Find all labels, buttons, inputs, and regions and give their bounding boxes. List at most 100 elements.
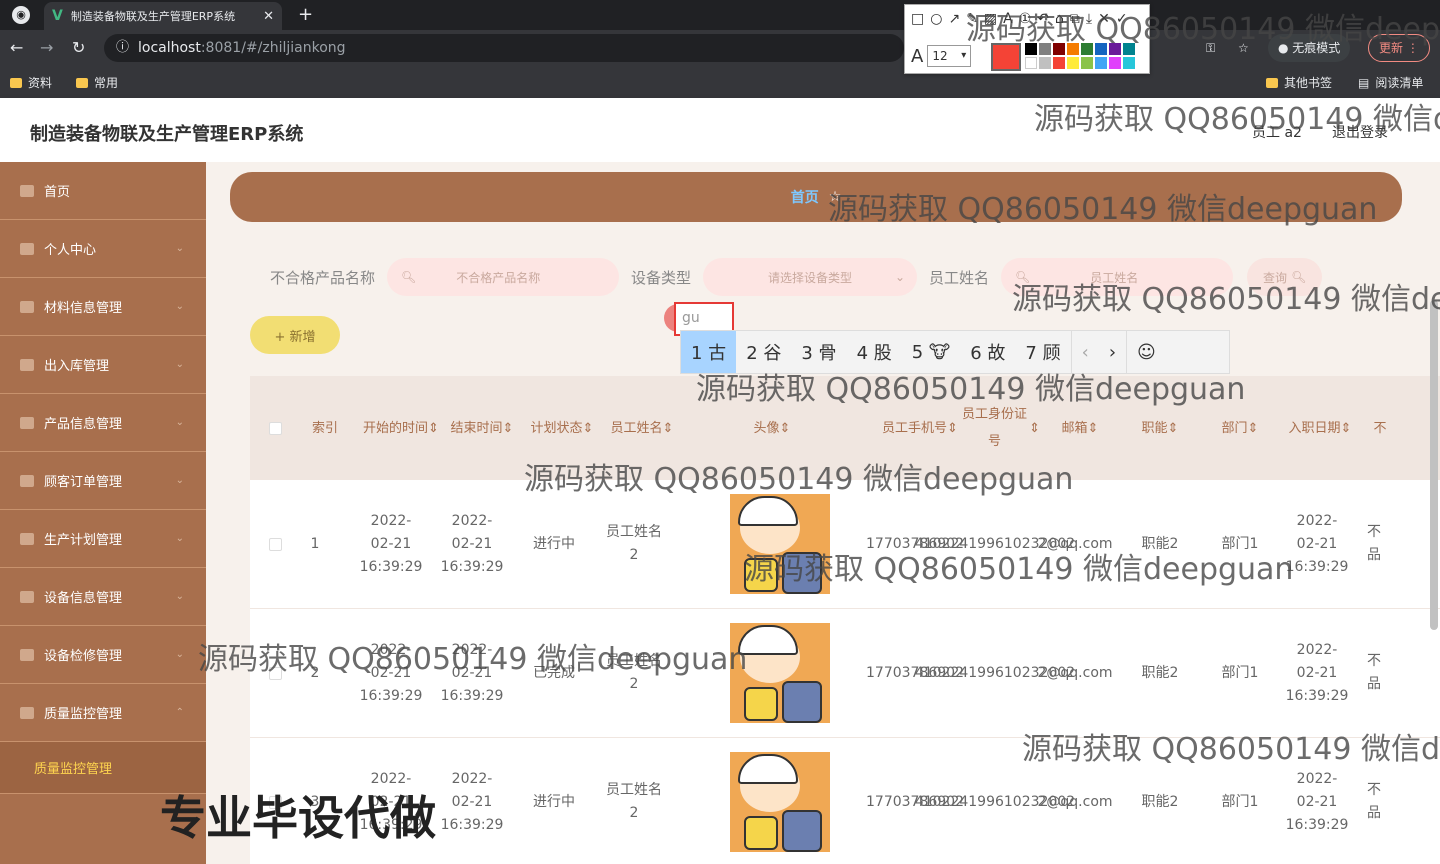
- ime-candidate[interactable]: 1 古: [681, 331, 737, 373]
- watermark-big: 专业毕设代做: [160, 791, 436, 845]
- update-label: 更新: [1379, 41, 1404, 55]
- col-email[interactable]: 邮箱 ⇕: [1040, 376, 1120, 480]
- ime-candidate[interactable]: 5 🐮: [902, 331, 960, 373]
- text-tool-icon[interactable]: A: [1003, 11, 1013, 27]
- col-label: 员工手机号: [882, 420, 948, 436]
- address-bar: ← → ↻ ⓘ localhost:8081/#/zhiljiankong ⚿ …: [0, 30, 1440, 66]
- back-icon[interactable]: ←: [10, 38, 23, 57]
- ime-candidate[interactable]: 6 故: [960, 331, 1015, 373]
- employee-name-input[interactable]: 🔍︎ 员工姓名: [1001, 258, 1234, 296]
- select-all-checkbox[interactable]: [260, 376, 290, 480]
- sidebar-item-label: 顾客订单管理: [44, 475, 123, 490]
- current-color-swatch[interactable]: [991, 43, 1021, 71]
- warehouse-icon: [20, 358, 34, 371]
- col-avatar[interactable]: 头像 ⇕: [682, 376, 862, 480]
- close-tab-icon[interactable]: ✕: [263, 9, 274, 24]
- chevron-down-icon: ⌄: [175, 533, 184, 544]
- cell-email: 2@qq.com: [1037, 664, 1113, 681]
- reading-list[interactable]: ▤ 阅读清单: [1358, 74, 1423, 91]
- sidebar-item-stock[interactable]: 出入库管理 ⌄: [0, 336, 206, 394]
- sidebar-item-materials[interactable]: 材料信息管理 ⌄: [0, 278, 206, 336]
- sidebar-item-products[interactable]: 产品信息管理 ⌄: [0, 394, 206, 452]
- logout-link[interactable]: 退出登录: [1332, 122, 1388, 142]
- col-plan-status[interactable]: 计划状态 ⇕: [522, 376, 602, 480]
- search-label-device: 设备类型: [631, 268, 692, 287]
- col-phone[interactable]: 员工手机号 ⇕: [880, 376, 960, 480]
- reload-icon[interactable]: ↻: [72, 38, 85, 57]
- row-checkbox[interactable]: [260, 609, 290, 737]
- star-icon: ☆: [828, 189, 842, 205]
- app-title: 制造装备物联及生产管理ERP系统: [30, 124, 304, 145]
- row-checkbox[interactable]: [260, 480, 290, 608]
- pen-tool-icon[interactable]: ✎: [966, 11, 978, 27]
- col-role[interactable]: 职能 ⇕: [1120, 376, 1200, 480]
- marker-tool-icon[interactable]: ▨: [984, 11, 997, 27]
- ime-candidate[interactable]: 7 顾: [1015, 331, 1070, 373]
- forward-icon[interactable]: →: [40, 38, 53, 57]
- col-end-time[interactable]: 结束时间 ⇕: [442, 376, 522, 480]
- ime-emoji-icon[interactable]: ☺: [1126, 331, 1166, 373]
- col-department[interactable]: 部门 ⇕: [1200, 376, 1280, 480]
- new-tab-icon[interactable]: +: [298, 4, 313, 25]
- col-index[interactable]: 索引: [290, 376, 360, 480]
- sidebar-item-quality[interactable]: 质量监控管理 ⌃: [0, 684, 206, 742]
- wrench-icon: [20, 648, 34, 661]
- sidebar-item-label: 材料信息管理: [44, 301, 123, 316]
- box-icon: [20, 300, 34, 313]
- sidebar-item-profile[interactable]: 个人中心 ⌄: [0, 220, 206, 278]
- cancel-icon[interactable]: ✕: [1098, 11, 1110, 27]
- arrow-tool-icon[interactable]: ↗: [948, 11, 960, 27]
- ime-candidate[interactable]: 2 谷: [736, 331, 791, 373]
- ime-next-icon[interactable]: ›: [1099, 331, 1126, 373]
- device-type-select[interactable]: 请选择设备类型 ⌄: [703, 258, 918, 296]
- ime-candidate[interactable]: 3 骨: [791, 331, 846, 373]
- ellipse-tool-icon[interactable]: ○: [930, 11, 942, 27]
- cell-join-date: 2022-02-21 16:39:29: [1285, 512, 1349, 575]
- font-size-select[interactable]: 12: [927, 45, 972, 67]
- pin-icon[interactable]: ⌂: [1055, 11, 1064, 27]
- col-id-card[interactable]: 员工身份证号 ⇕: [960, 376, 1040, 480]
- search-label-product: 不合格产品名称: [270, 268, 376, 287]
- search-icon: 🔍︎: [1291, 270, 1307, 284]
- col-join-date[interactable]: 入职日期 ⇕: [1280, 376, 1360, 480]
- update-button[interactable]: 更新 ⋮: [1368, 34, 1430, 62]
- save-icon[interactable]: ⤓: [1086, 11, 1092, 27]
- breadcrumb-home[interactable]: 首页: [791, 187, 819, 207]
- col-start-time[interactable]: 开始的时间 ⇕: [360, 376, 442, 480]
- copy-icon[interactable]: ⧉: [1070, 11, 1080, 27]
- rect-tool-icon[interactable]: □: [911, 11, 924, 27]
- sidebar-item-maintenance[interactable]: 设备检修管理 ⌄: [0, 626, 206, 684]
- query-label: 查询: [1263, 270, 1288, 285]
- bookmark-folder[interactable]: 资料: [10, 74, 52, 91]
- done-icon[interactable]: ✓: [1116, 11, 1128, 27]
- undo-icon[interactable]: ↶: [1037, 11, 1049, 27]
- bookmark-folder[interactable]: 其他书签: [1266, 74, 1332, 91]
- query-button[interactable]: 查询 🔍︎: [1247, 258, 1323, 296]
- star-icon[interactable]: ☆: [1238, 34, 1249, 62]
- sidebar-item-equipment[interactable]: 设备信息管理 ⌄: [0, 568, 206, 626]
- bookmark-folder[interactable]: 常用: [76, 74, 118, 91]
- add-button[interactable]: + 新增: [250, 316, 340, 354]
- current-user: 员工 a2: [1252, 125, 1302, 141]
- incognito-badge[interactable]: ● 无痕模式: [1268, 34, 1351, 62]
- sidebar-item-label: 产品信息管理: [44, 417, 123, 432]
- page-scrollbar[interactable]: [1430, 300, 1438, 630]
- col-label: 员工身份证号: [962, 407, 1028, 449]
- sidebar-item-plans[interactable]: 生产计划管理 ⌄: [0, 510, 206, 568]
- url-field[interactable]: ⓘ localhost:8081/#/zhiljiankong: [104, 34, 904, 62]
- bookmark-label: 常用: [94, 76, 119, 90]
- sidebar-item-home[interactable]: 首页: [0, 162, 206, 220]
- product-name-input[interactable]: 🔍︎ 不合格产品名称: [387, 258, 620, 296]
- key-icon[interactable]: ⚿: [1206, 34, 1215, 62]
- color-palette[interactable]: [1025, 43, 1135, 69]
- incognito-label: 无痕模式: [1292, 41, 1341, 55]
- browser-tab[interactable]: V 制造装备物联及生产管理ERP系统 ✕: [44, 2, 282, 30]
- sidebar-item-orders[interactable]: 顾客订单管理 ⌄: [0, 452, 206, 510]
- col-unqualified[interactable]: 不: [1365, 376, 1395, 480]
- ime-prev-icon[interactable]: ‹: [1070, 331, 1099, 373]
- chevron-down-icon: ⌄: [894, 270, 906, 284]
- browser-menu-icon[interactable]: ◉: [12, 6, 30, 24]
- number-tool-icon[interactable]: ①: [1019, 11, 1032, 27]
- ime-candidate[interactable]: 4 股: [847, 331, 902, 373]
- col-employee-name[interactable]: 员工姓名 ⇕: [602, 376, 682, 480]
